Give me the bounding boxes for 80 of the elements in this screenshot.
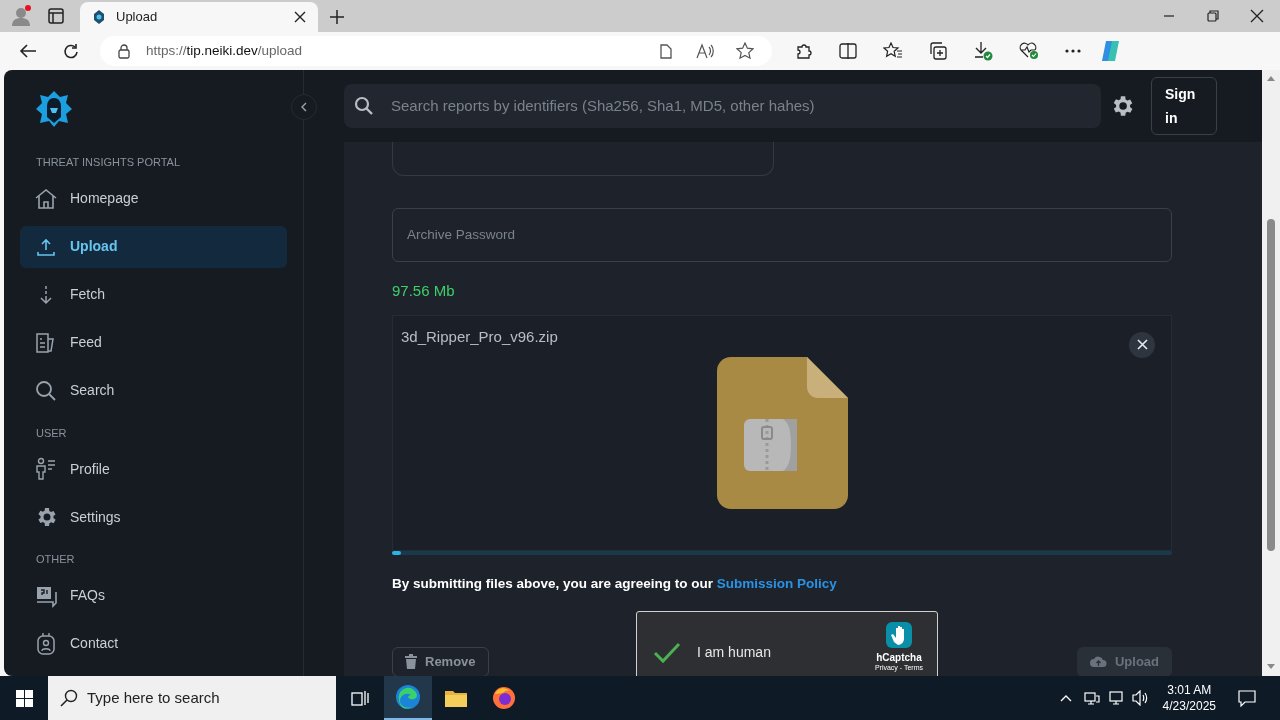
notifications-icon[interactable] <box>1238 689 1256 707</box>
more-icon[interactable] <box>1065 49 1081 53</box>
nav-item[interactable]: Fetch <box>20 273 287 316</box>
search-field[interactable]: Search reports by identifiers (Sha256, Sha1, MD5, other hahes) <box>344 84 1101 128</box>
edge-taskbar-button[interactable] <box>384 676 432 720</box>
browser-tab[interactable]: Upload <box>80 2 318 32</box>
agreement-text: By submitting files above, you are agreeing to our Submission Policy <box>392 574 838 593</box>
puzzle-icon[interactable] <box>795 42 813 60</box>
read-aloud-icon[interactable] <box>696 43 714 59</box>
file-name: 3d_Ripper_Pro_v96.zip <box>401 326 558 347</box>
clock[interactable]: 3:01 AM 4/23/2025 <box>1162 682 1216 714</box>
zip-file-icon <box>716 356 848 509</box>
site-logo-icon <box>92 9 106 25</box>
new-tab-icon[interactable] <box>330 10 344 24</box>
folder-icon <box>444 688 468 708</box>
nav-item[interactable]: Contact <box>20 622 287 665</box>
scroll-up-icon[interactable] <box>1267 76 1275 81</box>
nav-item[interactable]: Settings <box>20 496 287 538</box>
chevron-up-icon[interactable] <box>1059 694 1072 702</box>
network-icon[interactable] <box>1083 690 1100 706</box>
download-icon[interactable] <box>973 41 993 61</box>
back-icon[interactable] <box>19 43 37 59</box>
monitor-icon[interactable] <box>1107 690 1124 706</box>
home-icon <box>34 186 58 211</box>
health-icon[interactable] <box>1019 42 1039 60</box>
submission-policy-link[interactable]: Submission Policy <box>716 575 837 591</box>
section-heading: THREAT INSIGHTS PORTAL <box>36 155 182 170</box>
taskbar-search-placeholder: Type here to search <box>87 687 220 708</box>
trash-icon <box>405 654 417 670</box>
site-logo <box>36 90 72 128</box>
profile-icon[interactable] <box>11 5 33 27</box>
page-icon[interactable] <box>660 43 672 59</box>
search-placeholder: Search reports by identifiers (Sha256, Sha1, MD5, other hahes) <box>391 95 815 116</box>
speaker-icon[interactable] <box>1131 690 1149 706</box>
lock-icon <box>118 43 130 59</box>
tab-title: Upload <box>116 8 159 27</box>
tab-actions-icon[interactable] <box>48 8 64 24</box>
restore-icon[interactable] <box>1206 9 1220 23</box>
scroll-thumb[interactable] <box>1267 219 1275 551</box>
search-icon <box>60 689 78 707</box>
nav-item[interactable]: FAQs <box>20 574 287 617</box>
password-field[interactable]: Archive Password <box>392 208 1172 262</box>
split-screen-icon[interactable] <box>839 43 857 59</box>
nav-item[interactable]: Upload <box>20 225 287 268</box>
contact-icon <box>34 631 58 656</box>
close-icon[interactable] <box>294 11 306 23</box>
nav-item[interactable]: Homepage <box>20 177 287 220</box>
browser-icon <box>395 684 421 710</box>
captcha-brand: hCaptcha <box>876 651 922 664</box>
nav-item[interactable]: Feed <box>20 321 287 364</box>
person-list-icon <box>34 457 58 481</box>
scrollbar[interactable] <box>1262 70 1280 676</box>
url-text: https://tip.neiki.dev/upload <box>146 41 304 60</box>
star-icon[interactable] <box>736 42 754 60</box>
task-view-icon[interactable] <box>351 690 369 706</box>
chevron-left-icon <box>301 102 307 112</box>
captcha-label: I am human <box>697 642 771 662</box>
collapse-button[interactable] <box>291 94 317 120</box>
start-icon[interactable] <box>16 689 33 707</box>
nav-item[interactable]: Search <box>20 369 287 412</box>
cloud-upload-icon <box>1089 655 1107 669</box>
nav-item[interactable]: Profile <box>20 448 287 490</box>
password-placeholder: Archive Password <box>407 225 516 244</box>
fox-globe-icon <box>492 686 516 710</box>
section-heading: USER <box>36 425 68 441</box>
close-icon[interactable] <box>1250 9 1264 23</box>
section-heading: OTHER <box>36 552 76 567</box>
hand-logo-icon <box>883 619 914 650</box>
collections-icon[interactable] <box>929 42 947 60</box>
sign-in-button[interactable]: Sign in <box>1151 77 1217 135</box>
close-icon <box>1136 339 1148 350</box>
search-icon <box>354 96 374 116</box>
taskbar-search[interactable]: Type here to search <box>48 676 336 720</box>
scroll-down-icon[interactable] <box>1267 664 1275 669</box>
search-icon <box>34 378 58 403</box>
reload-icon[interactable] <box>63 42 80 60</box>
address-bar[interactable]: https://tip.neiki.dev/upload <box>100 36 772 66</box>
favorites-icon[interactable] <box>883 42 903 60</box>
file-size: 97.56 Mb <box>392 281 455 301</box>
remove-file-button[interactable] <box>1129 331 1155 358</box>
